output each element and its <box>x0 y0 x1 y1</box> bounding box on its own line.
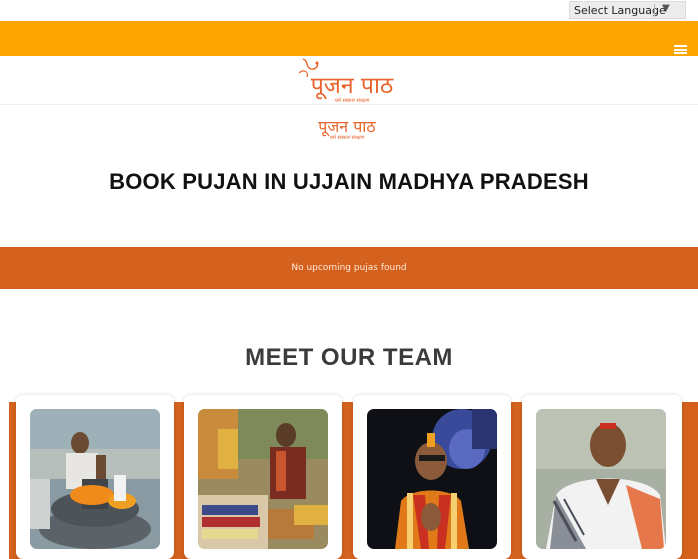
no-pujas-message: No upcoming pujas found <box>291 263 407 273</box>
language-select-label: Select Language <box>574 3 666 17</box>
page-title: BOOK PUJAN IN UJJAIN MADHYA PRADESH <box>109 169 589 194</box>
team-member-card[interactable] <box>353 395 511 559</box>
language-select-divider <box>654 4 655 17</box>
team-member-photo[interactable] <box>198 409 328 549</box>
team-member-card[interactable] <box>522 395 682 559</box>
logo-text: पूजन पाठ <box>310 73 394 99</box>
menu-icon[interactable] <box>674 45 687 54</box>
team-member-card[interactable] <box>184 395 342 559</box>
logo-text-secondary: पूजन पाठ <box>318 117 376 136</box>
upcoming-pujas-section: No upcoming pujas found <box>0 247 698 289</box>
header-divider <box>0 104 698 105</box>
team-heading: MEET OUR TEAM <box>245 344 453 371</box>
team-member-photo[interactable] <box>536 409 666 549</box>
team-member-card[interactable] <box>16 395 174 559</box>
team-member-photo[interactable] <box>30 409 160 549</box>
team-member-photo[interactable] <box>367 409 497 549</box>
language-select[interactable]: Select Language ▼ <box>569 1 686 19</box>
site-logo[interactable]: पूजन पाठ धर्म संस्कार संरक्षण <box>294 74 410 104</box>
language-bar: Select Language ▼ <box>0 0 698 21</box>
dropdown-arrow-icon: ▼ <box>662 3 670 14</box>
top-nav-bar <box>0 21 698 56</box>
site-logo-secondary[interactable]: पूजन पाठ धर्म संस्कार संरक्षण <box>305 118 389 141</box>
